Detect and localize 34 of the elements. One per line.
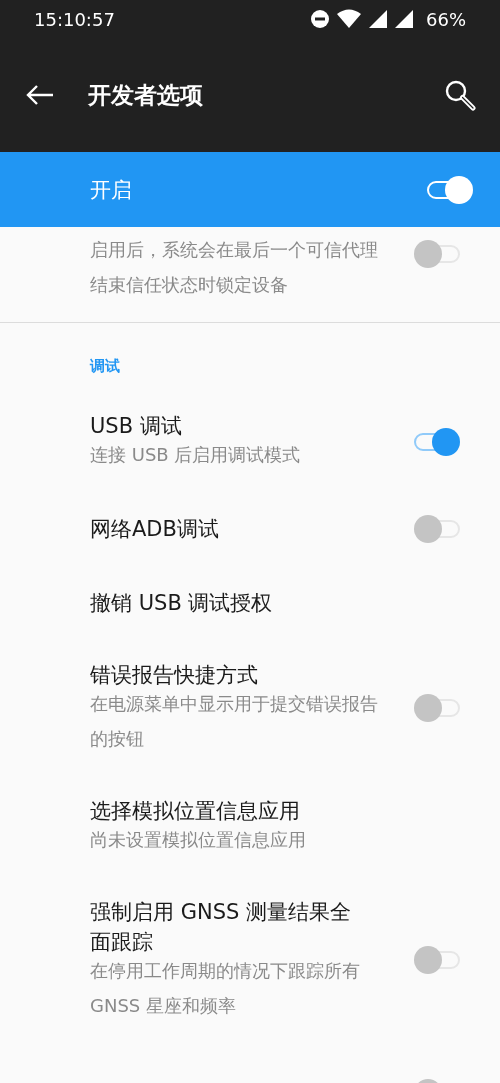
do-not-disturb-icon: [310, 9, 330, 29]
setting-summary: 在停用工作周期的情况下跟踪所有 GNSS 星座和频率: [90, 959, 361, 1018]
setting-item[interactable]: 撤销 USB 调试授权: [0, 566, 500, 640]
setting-summary: 启用后，系统会在最后一个可信代理结束信任状态时锁定设备: [90, 238, 379, 297]
wifi-icon: [336, 9, 362, 29]
status-time: 15:10:57: [34, 8, 115, 30]
setting-item[interactable]: 选择模拟位置信息应用 尚未设置模拟位置信息应用: [0, 776, 500, 877]
setting-summary: 在电源菜单中显示用于提交错误报告的按钮: [90, 692, 379, 751]
setting-title: USB 调试: [90, 413, 183, 440]
setting-summary: 尚未设置模拟位置信息应用: [90, 828, 307, 852]
category-header: 调试: [90, 357, 120, 375]
screen-title: 开发者选项: [88, 80, 204, 110]
master-switch-label: 开启: [90, 176, 132, 204]
toggle-switch[interactable]: [414, 514, 460, 544]
toggle-switch[interactable]: [427, 174, 473, 205]
setting-title: 错误报告快捷方式: [90, 662, 259, 689]
toggle-switch[interactable]: [414, 239, 460, 269]
setting-item[interactable]: USB 调试 连接 USB 后启用调试模式: [0, 391, 500, 492]
signal-icon: [394, 9, 414, 29]
setting-item[interactable]: 错误报告快捷方式 在电源菜单中显示用于提交错误报告的按钮: [0, 640, 500, 776]
setting-title: 强制启用 GNSS 测量结果全面跟踪: [90, 899, 352, 956]
setting-title: 撤销 USB 调试授权: [90, 590, 274, 617]
setting-item[interactable]: 网络ADB调试: [0, 492, 500, 566]
setting-title: 选择模拟位置信息应用: [90, 798, 301, 825]
back-arrow-icon[interactable]: [26, 84, 54, 106]
setting-item[interactable]: 强制启用 GNSS 测量结果全面跟踪 在停用工作周期的情况下跟踪所有 GNSS 星座和频率: [0, 877, 500, 1043]
signal-icon: [368, 9, 388, 29]
setting-summary: 连接 USB 后启用调试模式: [90, 443, 302, 467]
toggle-switch[interactable]: [414, 945, 460, 975]
toggle-switch[interactable]: [414, 693, 460, 723]
setting-title: 网络ADB调试: [90, 516, 220, 543]
battery-percent: 66%: [426, 8, 466, 30]
toggle-switch[interactable]: [414, 426, 460, 457]
search-icon[interactable]: [444, 79, 476, 111]
